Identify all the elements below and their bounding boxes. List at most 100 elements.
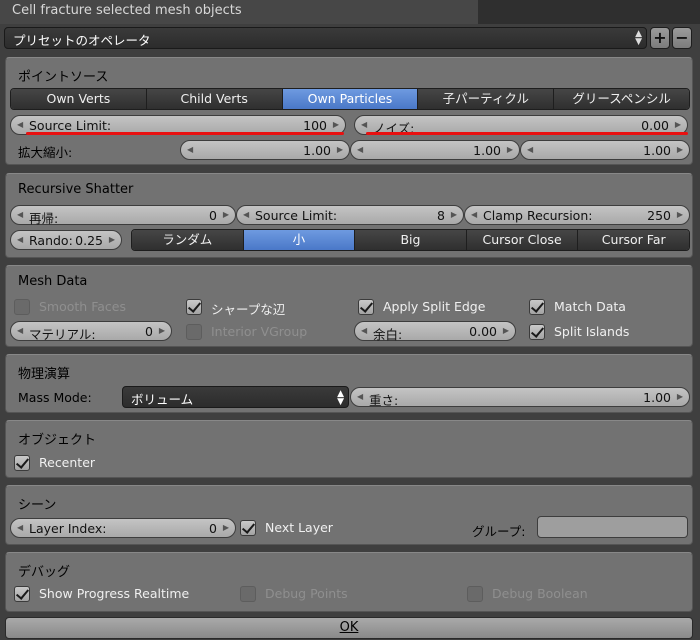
window-title: Cell fracture selected mesh objects	[12, 3, 242, 18]
layer-index-field[interactable]: ◀ Layer Index: 0 ▶	[10, 518, 236, 538]
material-field[interactable]: ◀ マテリアル: 0 ▶	[10, 321, 172, 342]
increment-arrow-icon[interactable]: ▶	[451, 210, 457, 219]
increment-arrow-icon[interactable]: ▶	[109, 235, 115, 244]
point-source-selector: Own Verts Child Verts Own Particles 子パーテ…	[10, 88, 690, 110]
field-label: Layer Index:	[29, 521, 107, 536]
decrement-arrow-icon[interactable]: ◀	[471, 210, 477, 219]
decrement-arrow-icon[interactable]: ◀	[361, 120, 367, 129]
field-value: 0	[209, 208, 217, 223]
field-label: マテリアル:	[29, 327, 96, 342]
field-value: 0.25	[75, 233, 103, 248]
increment-arrow-icon[interactable]: ▶	[337, 145, 343, 154]
updown-arrows-icon: ▲ ▼	[635, 29, 642, 47]
ok-button[interactable]: OK	[5, 617, 693, 639]
increment-arrow-icon[interactable]: ▶	[159, 326, 165, 335]
panel-title: 物理演算	[18, 367, 71, 382]
checkbox-label: Show Progress Realtime	[39, 586, 190, 601]
mass-mode-select[interactable]: ボリューム ▲ ▼	[122, 386, 349, 408]
point-source-panel: ポイントソース Own Verts Child Verts Own Partic…	[5, 57, 693, 165]
title-bar-strip	[478, 0, 700, 24]
checkmark-icon	[14, 455, 30, 471]
decrement-arrow-icon[interactable]: ◀	[17, 326, 23, 335]
add-preset-button[interactable]: +	[650, 27, 670, 49]
recursion-field[interactable]: ◀ 再帰: 0 ▶	[10, 205, 236, 226]
scale-x-field[interactable]: ◀ 1.00 ▶	[180, 140, 350, 160]
increment-arrow-icon[interactable]: ▶	[507, 145, 513, 154]
increment-arrow-icon[interactable]: ▶	[223, 523, 229, 532]
mass-mode-label: Mass Mode:	[18, 390, 92, 405]
option-own-verts[interactable]: Own Verts	[11, 89, 147, 109]
select-value: ボリューム	[131, 392, 194, 407]
checkbox-label: Next Layer	[265, 520, 333, 535]
increment-arrow-icon[interactable]: ▶	[223, 210, 229, 219]
field-label: Source Limit:	[29, 118, 112, 133]
decrement-arrow-icon[interactable]: ◀	[17, 120, 23, 129]
checkbox-label: Split Islands	[554, 324, 630, 339]
decrement-arrow-icon[interactable]: ◀	[187, 145, 193, 154]
checkbox-label: Debug Boolean	[492, 586, 588, 601]
option-big[interactable]: Big	[355, 230, 467, 250]
remove-preset-button[interactable]: −	[672, 27, 692, 49]
show-progress-checkbox[interactable]: Show Progress Realtime	[14, 585, 214, 603]
match-data-checkbox[interactable]: Match Data	[529, 298, 679, 316]
checkbox-label: Match Data	[554, 299, 626, 314]
recursive-source-limit-field[interactable]: ◀ Source Limit: 8 ▶	[236, 205, 464, 225]
option-child-verts[interactable]: Child Verts	[146, 89, 283, 109]
sharp-edges-checkbox[interactable]: シャープな辺	[186, 298, 336, 317]
debug-boolean-checkbox[interactable]: Debug Boolean	[467, 585, 617, 603]
decrement-arrow-icon[interactable]: ◀	[243, 210, 249, 219]
weight-field[interactable]: ◀ 重さ: 1.00 ▶	[350, 387, 690, 408]
scene-panel: シーン ◀ Layer Index: 0 ▶ Next Layer グループ:	[5, 485, 693, 545]
checkmark-icon	[529, 299, 545, 315]
option-small[interactable]: 小	[243, 230, 356, 250]
group-input[interactable]	[537, 516, 688, 538]
field-value: 1.00	[473, 143, 501, 158]
increment-arrow-icon[interactable]: ▶	[677, 145, 683, 154]
clamp-recursion-field[interactable]: ◀ Clamp Recursion: 250 ▶	[464, 205, 690, 225]
decrement-arrow-icon[interactable]: ◀	[357, 145, 363, 154]
field-value: 1.00	[303, 143, 331, 158]
decrement-arrow-icon[interactable]: ◀	[17, 523, 23, 532]
scale-label: 拡大縮小:	[18, 145, 73, 160]
field-value: 1.00	[643, 390, 671, 405]
decrement-arrow-icon[interactable]: ◀	[17, 235, 23, 244]
red-underline-annotation	[366, 132, 688, 135]
decrement-arrow-icon[interactable]: ◀	[361, 326, 367, 335]
debug-points-checkbox[interactable]: Debug Points	[240, 585, 390, 603]
split-islands-checkbox[interactable]: Split Islands	[529, 323, 679, 341]
debug-panel: デバッグ Show Progress Realtime Debug Points…	[5, 552, 693, 612]
increment-arrow-icon[interactable]: ▶	[333, 120, 339, 129]
smooth-faces-checkbox[interactable]: Smooth Faces	[14, 298, 164, 316]
apply-split-edge-checkbox[interactable]: Apply Split Edge	[358, 298, 508, 316]
panel-title: Recursive Shatter	[18, 182, 134, 197]
option-random[interactable]: ランダム	[132, 230, 244, 250]
margin-field[interactable]: ◀ 余白: 0.00 ▶	[354, 321, 516, 342]
increment-arrow-icon[interactable]: ▶	[675, 120, 681, 129]
interior-vgroup-checkbox[interactable]: Interior VGroup	[186, 323, 336, 341]
preset-select[interactable]: プリセットのオペレータ ▲ ▼	[4, 27, 647, 49]
decrement-arrow-icon[interactable]: ◀	[527, 145, 533, 154]
decrement-arrow-icon[interactable]: ◀	[357, 392, 363, 401]
title-bar: Cell fracture selected mesh objects	[0, 0, 700, 24]
recursion-mode-selector: ランダム 小 Big Cursor Close Cursor Far	[131, 229, 690, 251]
checkbox-icon	[240, 586, 256, 602]
increment-arrow-icon[interactable]: ▶	[677, 392, 683, 401]
increment-arrow-icon[interactable]: ▶	[677, 210, 683, 219]
increment-arrow-icon[interactable]: ▶	[503, 326, 509, 335]
option-grease-pencil[interactable]: グリースペンシル	[554, 89, 689, 109]
scale-y-field[interactable]: ◀ 1.00 ▶	[350, 140, 520, 160]
preset-value: プリセットのオペレータ	[13, 33, 151, 48]
option-child-particles[interactable]: 子パーティクル	[418, 89, 555, 109]
next-layer-checkbox[interactable]: Next Layer	[240, 519, 390, 537]
recenter-checkbox[interactable]: Recenter	[14, 454, 164, 472]
field-value: 8	[437, 208, 445, 223]
field-value: 1.00	[643, 143, 671, 158]
option-own-particles[interactable]: Own Particles	[282, 89, 419, 109]
rando-field[interactable]: ◀ Rando: 0.25 ▶	[10, 230, 122, 250]
scale-z-field[interactable]: ◀ 1.00 ▶	[520, 140, 690, 160]
option-cursor-close[interactable]: Cursor Close	[466, 230, 579, 250]
decrement-arrow-icon[interactable]: ◀	[17, 210, 23, 219]
field-value: 0	[145, 324, 153, 339]
panel-title: オブジェクト	[18, 433, 97, 448]
option-cursor-far[interactable]: Cursor Far	[578, 230, 689, 250]
